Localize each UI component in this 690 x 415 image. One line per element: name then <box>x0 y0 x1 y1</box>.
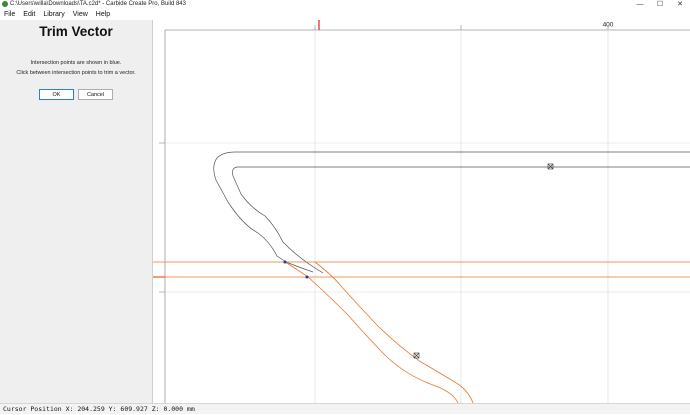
intersection-point[interactable] <box>284 261 287 264</box>
ruler-ticks <box>159 25 608 292</box>
maximize-button[interactable]: ☐ <box>650 0 670 9</box>
ok-button[interactable]: OK <box>39 89 74 100</box>
menu-view[interactable]: View <box>69 9 92 20</box>
intersection-point[interactable] <box>306 276 309 279</box>
left-ruler <box>153 20 165 403</box>
panel-title: Trim Vector <box>0 24 152 39</box>
menu-bar: File Edit Library View Help <box>0 9 690 20</box>
menu-edit[interactable]: Edit <box>19 9 39 20</box>
design-canvas[interactable]: 400 <box>153 20 690 403</box>
menu-file[interactable]: File <box>0 9 19 20</box>
panel-instruction-2: Click between intersection points to tri… <box>0 70 152 76</box>
window-title: C:\Users\willa\Downloads\TA.c2d* - Carbi… <box>10 0 186 9</box>
orange-path-left[interactable] <box>285 262 458 403</box>
close-button[interactable]: ✕ <box>670 0 690 9</box>
title-bar: C:\Users\willa\Downloads\TA.c2d* - Carbi… <box>0 0 690 9</box>
cursor-position: Cursor Position X: 204.259 Y: 609.927 Z:… <box>0 405 195 413</box>
menu-help[interactable]: Help <box>92 9 114 20</box>
menu-library[interactable]: Library <box>39 9 68 20</box>
orange-path-right[interactable] <box>315 262 473 403</box>
node-handle[interactable] <box>548 164 553 169</box>
vector-outline-upper[interactable] <box>214 152 690 272</box>
status-bar: Cursor Position X: 204.259 Y: 609.927 Z:… <box>0 403 690 414</box>
app-icon <box>2 1 8 7</box>
node-handle[interactable] <box>414 353 419 358</box>
cancel-button[interactable]: Cancel <box>78 89 113 100</box>
panel-instruction-1: Intersection points are shown in blue. <box>0 60 152 66</box>
minimize-button[interactable]: — <box>630 0 650 9</box>
grid <box>165 30 690 403</box>
trim-vector-panel: Trim Vector Intersection points are show… <box>0 20 153 403</box>
canvas-svg[interactable]: 400 <box>153 20 690 403</box>
window-controls: — ☐ ✕ <box>630 0 690 9</box>
